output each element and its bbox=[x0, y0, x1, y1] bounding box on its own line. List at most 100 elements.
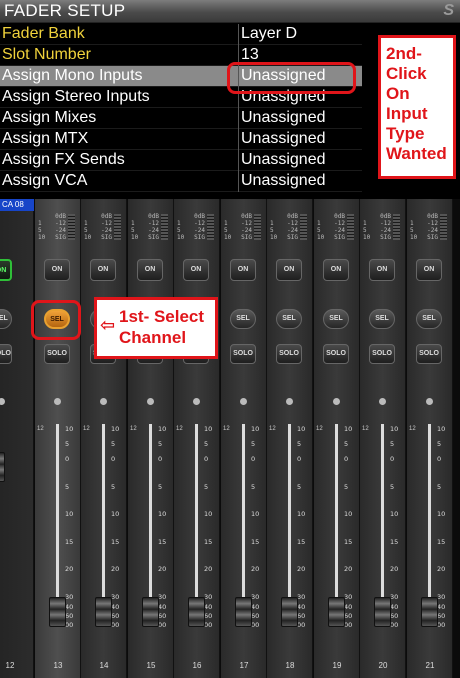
fader-handle[interactable] bbox=[235, 597, 252, 627]
meter-label: 0dB bbox=[427, 213, 438, 220]
on-button[interactable]: ON bbox=[183, 259, 209, 281]
meter-left-label: 1 bbox=[38, 220, 42, 227]
on-button[interactable]: ON bbox=[369, 259, 395, 281]
annotation-line: 1st- Select bbox=[119, 307, 205, 326]
scale-label: 10 bbox=[158, 510, 167, 518]
meter-label: -24 bbox=[241, 227, 252, 234]
solo-button[interactable]: SOLO bbox=[369, 344, 395, 364]
fader-handle[interactable] bbox=[188, 597, 205, 627]
scale-label: 5 bbox=[437, 440, 442, 448]
meter-label: -12 bbox=[241, 220, 252, 227]
on-button[interactable]: ON bbox=[137, 259, 163, 281]
scale-label: 0 bbox=[65, 455, 70, 463]
row-assign-mtx[interactable]: Assign MTX Unassigned bbox=[0, 129, 362, 150]
fader-handle[interactable] bbox=[281, 597, 298, 627]
fader-scale: 10 5 0 5 10 15 20 30 40 60 00 bbox=[435, 424, 453, 629]
fader-handle[interactable] bbox=[0, 452, 5, 482]
sel-button[interactable]: SEL bbox=[416, 309, 442, 329]
sel-button[interactable]: SEL bbox=[369, 309, 395, 329]
meter-left-label: 5 bbox=[38, 227, 42, 234]
row-label: Assign Mono Inputs bbox=[2, 67, 143, 84]
pan-knob-icon[interactable] bbox=[333, 398, 340, 405]
row-assign-fx-sends[interactable]: Assign FX Sends Unassigned bbox=[0, 150, 362, 171]
meter-bars bbox=[254, 214, 261, 240]
pan-knob-icon[interactable] bbox=[240, 398, 247, 405]
pan-knob-icon[interactable] bbox=[379, 398, 386, 405]
fader-scale: 10 5 0 5 10 15 20 30 40 60 00 bbox=[63, 424, 81, 629]
meter-label: -24 bbox=[194, 227, 205, 234]
on-button[interactable]: ON bbox=[416, 259, 442, 281]
fader-handle[interactable] bbox=[374, 597, 391, 627]
fader-handle[interactable] bbox=[142, 597, 159, 627]
sel-button[interactable]: SEL bbox=[323, 309, 349, 329]
pan-knob-icon[interactable] bbox=[147, 398, 154, 405]
pan-knob-icon[interactable] bbox=[0, 398, 5, 405]
scale-label: 5 bbox=[390, 483, 395, 491]
scale-label: 20 bbox=[437, 565, 446, 573]
layer-tag: CA 08 bbox=[0, 199, 34, 211]
meter-left-label: 5 bbox=[270, 227, 274, 234]
meter-label: -12 bbox=[427, 220, 438, 227]
scale-label: 10 bbox=[344, 510, 353, 518]
meter-label: SIG bbox=[380, 234, 391, 241]
annotation-line: Input bbox=[386, 104, 428, 123]
scale-label: 5 bbox=[65, 483, 70, 491]
solo-button[interactable]: SOLO bbox=[416, 344, 442, 364]
solo-button[interactable]: SOLO bbox=[230, 344, 256, 364]
on-button[interactable]: ON bbox=[44, 259, 70, 281]
on-button[interactable]: ON bbox=[323, 259, 349, 281]
fader-setup-panel: FADER SETUP S Fader Bank Layer D Slot Nu… bbox=[0, 0, 460, 196]
sel-button[interactable]: SEL bbox=[276, 309, 302, 329]
meter-left-label: 10 bbox=[131, 234, 139, 241]
pan-knob-icon[interactable] bbox=[426, 398, 433, 405]
channel-number: 14 bbox=[99, 661, 109, 670]
divider bbox=[238, 171, 239, 192]
row-fader-bank[interactable]: Fader Bank Layer D bbox=[0, 24, 362, 45]
sel-button[interactable]: SEL bbox=[0, 309, 12, 329]
scale-label: 0 bbox=[390, 455, 395, 463]
scale-label: 15 bbox=[390, 538, 399, 546]
row-assign-mixes[interactable]: Assign Mixes Unassigned bbox=[0, 108, 362, 129]
row-value: Unassigned bbox=[241, 172, 326, 189]
scale-label: 30 bbox=[65, 593, 74, 601]
pan-knob-icon[interactable] bbox=[100, 398, 107, 405]
on-button[interactable]: ON bbox=[230, 259, 256, 281]
divider bbox=[238, 150, 239, 171]
meter-left-label: 5 bbox=[224, 227, 228, 234]
scale-label: 5 bbox=[111, 483, 116, 491]
on-button[interactable]: ON bbox=[0, 259, 12, 281]
pan-knob-icon[interactable] bbox=[54, 398, 61, 405]
meter-left-label: 1 bbox=[270, 220, 274, 227]
channel-number: 17 bbox=[239, 661, 249, 670]
meter-label: 0dB bbox=[55, 213, 66, 220]
scale-label: 0 bbox=[297, 455, 302, 463]
solo-button[interactable]: SOLO bbox=[44, 344, 70, 364]
scale-label: 5 bbox=[344, 483, 349, 491]
row-assign-vca[interactable]: Assign VCA Unassigned bbox=[0, 171, 362, 192]
scale-label: 5 bbox=[204, 440, 209, 448]
pan-knob-icon[interactable] bbox=[286, 398, 293, 405]
fader-handle[interactable] bbox=[328, 597, 345, 627]
meter-left-label: 10 bbox=[363, 234, 371, 241]
channel-number: 19 bbox=[332, 661, 342, 670]
meter-label: -24 bbox=[101, 227, 112, 234]
fader-handle[interactable] bbox=[49, 597, 66, 627]
on-button[interactable]: ON bbox=[276, 259, 302, 281]
on-button[interactable]: ON bbox=[90, 259, 116, 281]
fader-handle[interactable] bbox=[95, 597, 112, 627]
meter-bars bbox=[161, 214, 168, 240]
meter-label: -12 bbox=[148, 220, 159, 227]
annotation-line: Click bbox=[386, 64, 427, 83]
row-label: Fader Bank bbox=[2, 25, 85, 42]
meter-bars bbox=[393, 214, 400, 240]
scale-label: 00 bbox=[204, 621, 213, 629]
brand-logo-icon: S bbox=[443, 2, 454, 19]
solo-button[interactable]: SOLO bbox=[0, 344, 12, 364]
scale-top-label: 12 bbox=[130, 426, 137, 432]
fader-handle[interactable] bbox=[421, 597, 438, 627]
pan-knob-icon[interactable] bbox=[193, 398, 200, 405]
solo-button[interactable]: SOLO bbox=[323, 344, 349, 364]
solo-button[interactable]: SOLO bbox=[276, 344, 302, 364]
scale-label: 10 bbox=[437, 510, 446, 518]
sel-button[interactable]: SEL bbox=[230, 309, 256, 329]
